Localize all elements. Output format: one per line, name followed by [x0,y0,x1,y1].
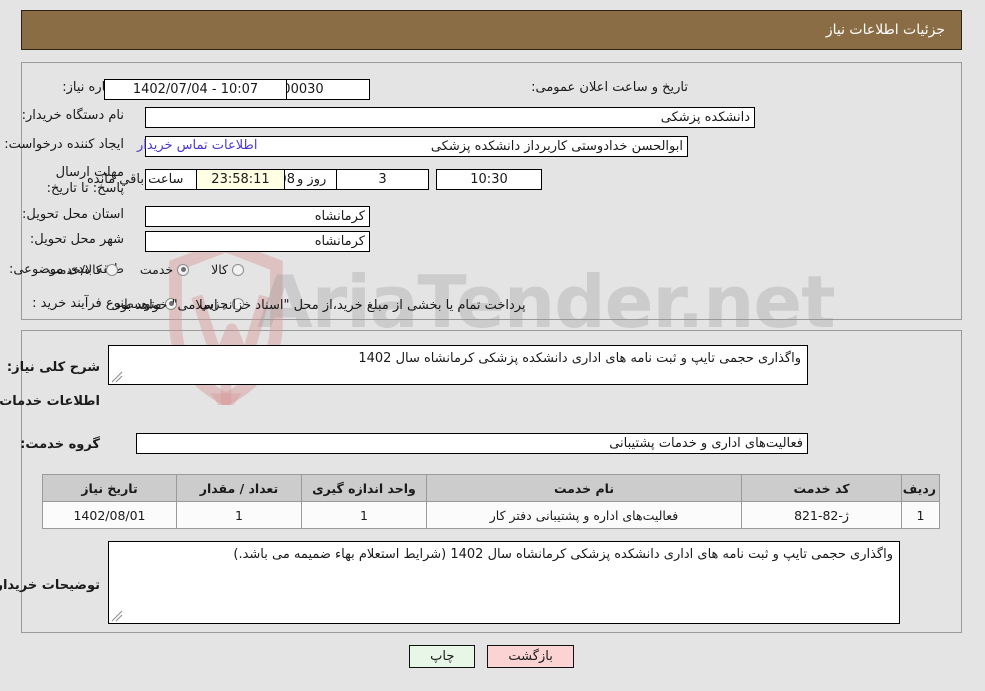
countdown-value: 23:58:11 [197,169,286,190]
announce-datetime-value: 10:07 - 1402/07/04 [105,79,288,100]
category-radio-group[interactable]: کالا خدمت کالا/خدمت [26,262,245,277]
cell-quantity: 1 [177,501,303,529]
col-unit: واحد اندازه گیری [302,474,428,502]
cell-service-code: ژ-82-821 [742,501,903,529]
col-quantity: تعداد / مقدار [177,474,303,502]
col-row-number: ردیف [902,474,941,502]
category-option-2[interactable]: کالا/خدمت [48,262,119,277]
cell-row-number: 1 [902,501,941,529]
province-label: استان محل تحویل: [23,207,125,222]
col-service-name: نام خدمت [427,474,743,502]
services-table-wrapper: ردیف کد خدمت نام خدمت واحد اندازه گیری ت… [43,474,941,529]
cell-unit: 1 [302,501,428,529]
requester-label: ایجاد کننده درخواست: [5,137,125,152]
summary-textarea[interactable]: واگذاری حجمی تایپ و ثبت نامه های اداری د… [109,345,809,385]
resize-grip-icon [112,610,124,622]
category-radio-icon[interactable] [106,263,119,276]
summary-label: شرح کلی نیاز: [7,360,101,375]
service-group-value: فعالیت‌های اداری و خدمات پشتیبانی [137,433,809,454]
buyer-org-value: دانشکده پزشکی [146,107,756,128]
announce-datetime-label: تاریخ و ساعت اعلان عمومی: [532,80,689,95]
col-service-code: کد خدمت [742,474,903,502]
field-announce-label: تاریخ و ساعت اعلان عمومی: [532,80,689,96]
summary-text: واگذاری حجمی تایپ و ثبت نامه های اداری د… [359,351,802,366]
back-button[interactable]: بازگشت [488,645,575,668]
cell-service-name: فعالیت‌های اداره و پشتیبانی دفتر کار [427,501,743,529]
col-need-date: تاریخ نیاز [43,474,178,502]
field-buyer-org: نام دستگاه خریدار: [23,108,125,124]
category-option-label: کالا/خدمت [48,262,103,277]
treasury-note: پرداخت تمام یا بخشی از مبلغ خرید،از محل … [112,298,527,313]
field-requester: ایجاد کننده درخواست: [5,137,125,153]
field-province: استان محل تحویل: [23,207,125,223]
field-city: شهر محل تحویل: [31,232,125,248]
category-option-0[interactable]: کالا [212,262,245,277]
resize-grip-icon [112,371,124,383]
cell-need-date: 1402/08/01 [43,501,178,529]
print-button[interactable]: چاپ [410,645,477,668]
table-row: 1 ژ-82-821 فعالیت‌های اداره و پشتیبانی د… [43,501,941,529]
buyer-org-label: نام دستگاه خریدار: [22,108,125,123]
countdown-label: ساعت باقي مانده [88,172,185,187]
category-radio-icon[interactable] [233,263,245,276]
category-option-1[interactable]: خدمت [140,262,191,277]
services-heading: اطلاعات خدمات مورد نیاز [0,394,101,409]
category-option-label: خدمت [140,262,175,277]
buyer-notes-textarea[interactable]: واگذاری حجمی تایپ و ثبت نامه های اداری د… [109,541,901,624]
action-button-bar: بازگشت چاپ [0,645,985,668]
buyer-contact-link[interactable]: اطلاعات تماس خریدار [138,138,258,153]
services-table: ردیف کد خدمت نام خدمت واحد اندازه گیری ت… [43,474,941,529]
category-option-label: کالا [212,262,229,277]
deadline-days-label: روز و [298,172,328,187]
category-radio-icon[interactable] [178,263,191,276]
service-group-label: گروه خدمت: [21,437,101,452]
city-label: شهر محل تحویل: [30,232,125,247]
buyer-notes-label: توضیحات خریدار: [0,578,101,593]
table-header-row: ردیف کد خدمت نام خدمت واحد اندازه گیری ت… [43,474,941,502]
deadline-days-value: 3 [337,169,430,190]
province-value: کرمانشاه [146,206,371,227]
city-value: کرمانشاه [146,231,371,252]
buyer-notes-text: واگذاری حجمی تایپ و ثبت نامه های اداری د… [234,547,894,562]
deadline-time-value: 10:30 [437,169,543,190]
